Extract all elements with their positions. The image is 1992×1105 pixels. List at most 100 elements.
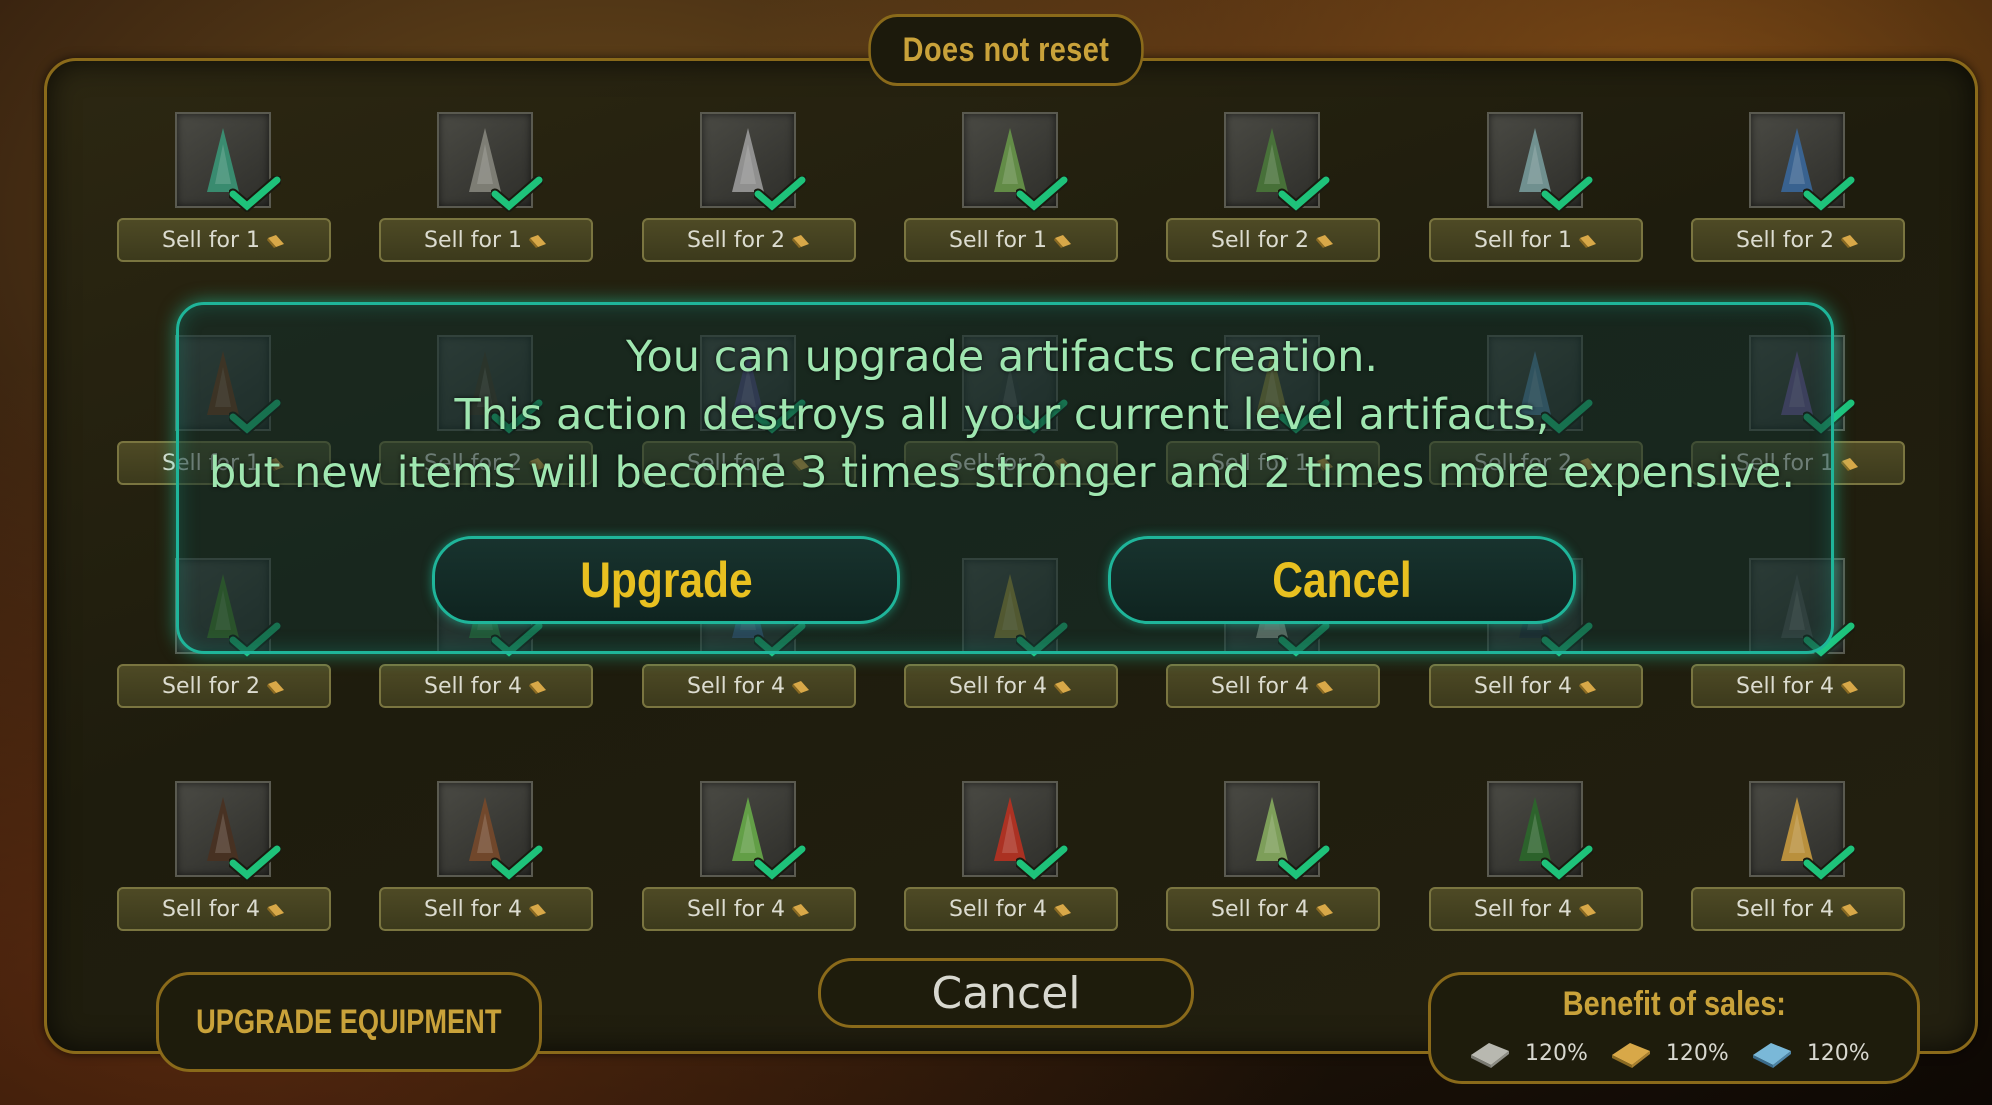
gold-bar-icon [791, 904, 809, 917]
item-cell: Sell for 4 [379, 781, 593, 931]
sell-button[interactable]: Sell for 2 [642, 218, 856, 262]
gold-bar-icon [266, 235, 284, 248]
checkmark-icon [491, 845, 543, 881]
gold-bar-icon [528, 681, 546, 694]
gold-bar-icon [1840, 904, 1858, 917]
checkmark-icon [229, 176, 281, 212]
sell-button[interactable]: Sell for 4 [1166, 887, 1380, 931]
upgrade-button[interactable]: Upgrade [432, 536, 900, 624]
gold-bar-icon [791, 681, 809, 694]
upgrade-equipment-button[interactable]: UPGRADE EQUIPMENT [156, 972, 542, 1072]
sell-label: Sell for 4 [162, 896, 260, 922]
checkmark-icon [1278, 845, 1330, 881]
sell-button[interactable]: Sell for 4 [1429, 664, 1643, 708]
item-cell: Sell for 2 [1691, 112, 1905, 262]
sell-button[interactable]: Sell for 1 [117, 218, 331, 262]
benefit-gold-value: 120% [1665, 1040, 1729, 1066]
message-line-2: This action destroys all your current le… [454, 390, 1550, 440]
message-line-1: You can upgrade artifacts creation. [625, 332, 1379, 382]
gold-bar-icon [266, 904, 284, 917]
cancel-button[interactable]: Cancel [818, 958, 1194, 1028]
sell-label: Sell for 4 [1736, 673, 1834, 699]
gold-bar-icon [1578, 235, 1596, 248]
message-line-3: but new items will become 3 times strong… [208, 448, 1796, 498]
silver-bar-icon [1471, 1043, 1509, 1068]
sell-button[interactable]: Sell for 1 [379, 218, 593, 262]
gold-bar-icon [1315, 681, 1333, 694]
item-cell: Sell for 4 [642, 781, 856, 931]
checkmark-icon [754, 176, 806, 212]
sell-label: Sell for 4 [687, 673, 785, 699]
benefit-title: Benefit of sales: [1562, 985, 1786, 1023]
checkmark-icon [1016, 845, 1068, 881]
benefit-gold: 120% [1608, 1033, 1729, 1073]
sell-button[interactable]: Sell for 4 [642, 887, 856, 931]
item-cell: Sell for 4 [1691, 781, 1905, 931]
sell-button[interactable]: Sell for 4 [117, 887, 331, 931]
sell-label: Sell for 4 [1211, 673, 1309, 699]
sell-label: Sell for 4 [424, 896, 522, 922]
gold-bar-icon [528, 904, 546, 917]
item-cell: Sell for 4 [117, 781, 331, 931]
item-cell: Sell for 4 [1429, 781, 1643, 931]
gold-bar-icon [1611, 1043, 1650, 1068]
gold-bar-icon [266, 681, 284, 694]
checkmark-icon [754, 845, 806, 881]
sell-label: Sell for 2 [162, 673, 260, 699]
sell-button[interactable]: Sell for 4 [904, 664, 1118, 708]
sell-button[interactable]: Sell for 1 [1429, 218, 1643, 262]
gold-bar-icon [528, 235, 546, 248]
checkmark-icon [229, 845, 281, 881]
sell-label: Sell for 4 [1211, 896, 1309, 922]
item-cell: Sell for 1 [117, 112, 331, 262]
sell-button[interactable]: Sell for 4 [379, 887, 593, 931]
sell-button[interactable]: Sell for 4 [1691, 887, 1905, 931]
gold-bar-icon [1315, 235, 1333, 248]
benefit-blue: 120% [1749, 1033, 1870, 1073]
sell-label: Sell for 4 [687, 896, 785, 922]
sell-button[interactable]: Sell for 2 [1691, 218, 1905, 262]
checkmark-icon [1016, 176, 1068, 212]
checkmark-icon [1803, 845, 1855, 881]
sell-label: Sell for 4 [949, 673, 1047, 699]
sell-button[interactable]: Sell for 2 [1166, 218, 1380, 262]
sell-label: Sell for 4 [424, 673, 522, 699]
benefit-blue-value: 120% [1806, 1040, 1870, 1066]
dialog-cancel-button[interactable]: Cancel [1108, 536, 1576, 624]
gold-bar-icon [1053, 235, 1071, 248]
sell-button[interactable]: Sell for 4 [1166, 664, 1380, 708]
sell-button[interactable]: Sell for 4 [904, 887, 1118, 931]
sell-label: Sell for 1 [949, 227, 1047, 253]
item-cell: Sell for 1 [904, 112, 1118, 262]
item-cell: Sell for 2 [642, 112, 856, 262]
checkmark-icon [1803, 176, 1855, 212]
sell-label: Sell for 4 [1474, 673, 1572, 699]
item-cell: Sell for 1 [1429, 112, 1643, 262]
sell-label: Sell for 1 [1474, 227, 1572, 253]
sell-button[interactable]: Sell for 2 [117, 664, 331, 708]
checkmark-icon [1541, 845, 1593, 881]
sell-button[interactable]: Sell for 4 [1429, 887, 1643, 931]
gold-bar-icon [1053, 904, 1071, 917]
gold-bar-icon [1840, 235, 1858, 248]
benefit-silver: 120% [1467, 1033, 1588, 1073]
sell-button[interactable]: Sell for 4 [379, 664, 593, 708]
sell-label: Sell for 2 [1211, 227, 1309, 253]
sell-button[interactable]: Sell for 1 [904, 218, 1118, 262]
sell-label: Sell for 4 [1474, 896, 1572, 922]
gold-bar-icon [1053, 681, 1071, 694]
upgrade-dialog-message: You can upgrade artifacts creation. This… [176, 328, 1828, 502]
checkmark-icon [491, 176, 543, 212]
item-cell: Sell for 1 [379, 112, 593, 262]
sell-label: Sell for 1 [424, 227, 522, 253]
checkmark-icon [1541, 176, 1593, 212]
sell-label: Sell for 4 [1736, 896, 1834, 922]
item-cell: Sell for 4 [904, 781, 1118, 931]
gold-bar-icon [1840, 681, 1858, 694]
gold-bar-icon [791, 235, 809, 248]
sell-button[interactable]: Sell for 4 [1691, 664, 1905, 708]
blue-bar-icon [1752, 1043, 1791, 1068]
gold-bar-icon [1578, 904, 1596, 917]
sell-button[interactable]: Sell for 4 [642, 664, 856, 708]
item-cell: Sell for 4 [1166, 781, 1380, 931]
